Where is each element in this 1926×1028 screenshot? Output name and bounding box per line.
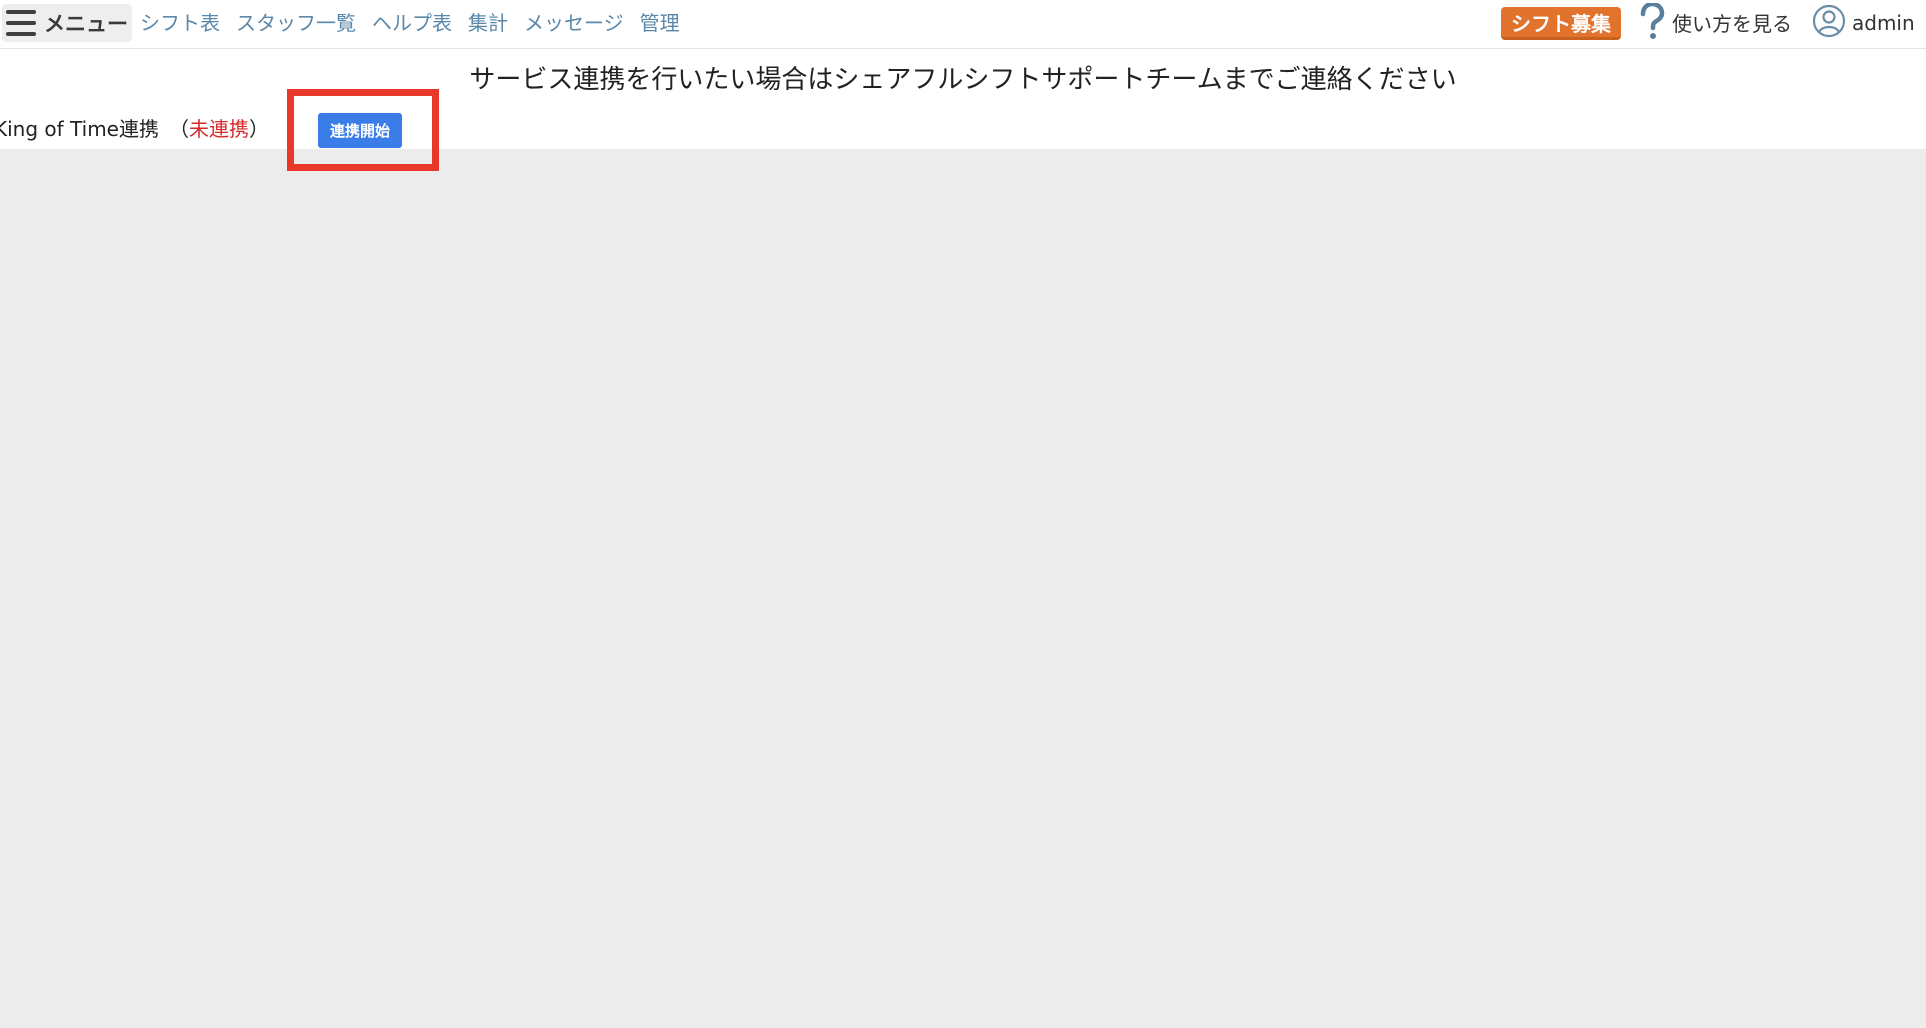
shift-recruit-button[interactable]: シフト募集 xyxy=(1501,7,1621,40)
user-circle-icon xyxy=(1812,4,1846,42)
start-integration-button[interactable]: 連携開始 xyxy=(318,113,402,148)
status-close-paren: ） xyxy=(248,117,269,141)
menu-button[interactable]: メニュー xyxy=(2,4,132,42)
service-name: King of Time連携 xyxy=(0,117,159,141)
help-link[interactable]: 使い方を見る xyxy=(1638,2,1792,42)
nav-summary[interactable]: 集計 xyxy=(468,8,508,38)
hamburger-icon xyxy=(6,10,36,36)
help-label: 使い方を見る xyxy=(1672,11,1792,36)
main-nav: シフト表 スタッフ一覧 ヘルプ表 集計 メッセージ 管理 xyxy=(140,8,680,38)
user-menu[interactable]: admin xyxy=(1812,4,1915,42)
nav-help-table[interactable]: ヘルプ表 xyxy=(372,8,452,38)
status-badge: 未連携 xyxy=(188,117,249,141)
menu-label: メニュー xyxy=(44,12,128,36)
service-row-king-of-time: King of Time連携 （ 未連携 ） xyxy=(0,113,269,142)
top-header: メニュー シフト表 スタッフ一覧 ヘルプ表 集計 メッセージ 管理 シフト募集 … xyxy=(0,0,1926,49)
question-mark-icon xyxy=(1638,2,1666,42)
status-open-paren: （ xyxy=(168,117,189,141)
user-name: admin xyxy=(1852,11,1915,35)
nav-messages[interactable]: メッセージ xyxy=(524,8,624,38)
nav-admin[interactable]: 管理 xyxy=(640,8,680,38)
nav-staff-list[interactable]: スタッフ一覧 xyxy=(236,8,356,38)
nav-shift-table[interactable]: シフト表 xyxy=(140,8,220,38)
page: メニュー シフト表 スタッフ一覧 ヘルプ表 集計 メッセージ 管理 シフト募集 … xyxy=(0,0,1926,1028)
